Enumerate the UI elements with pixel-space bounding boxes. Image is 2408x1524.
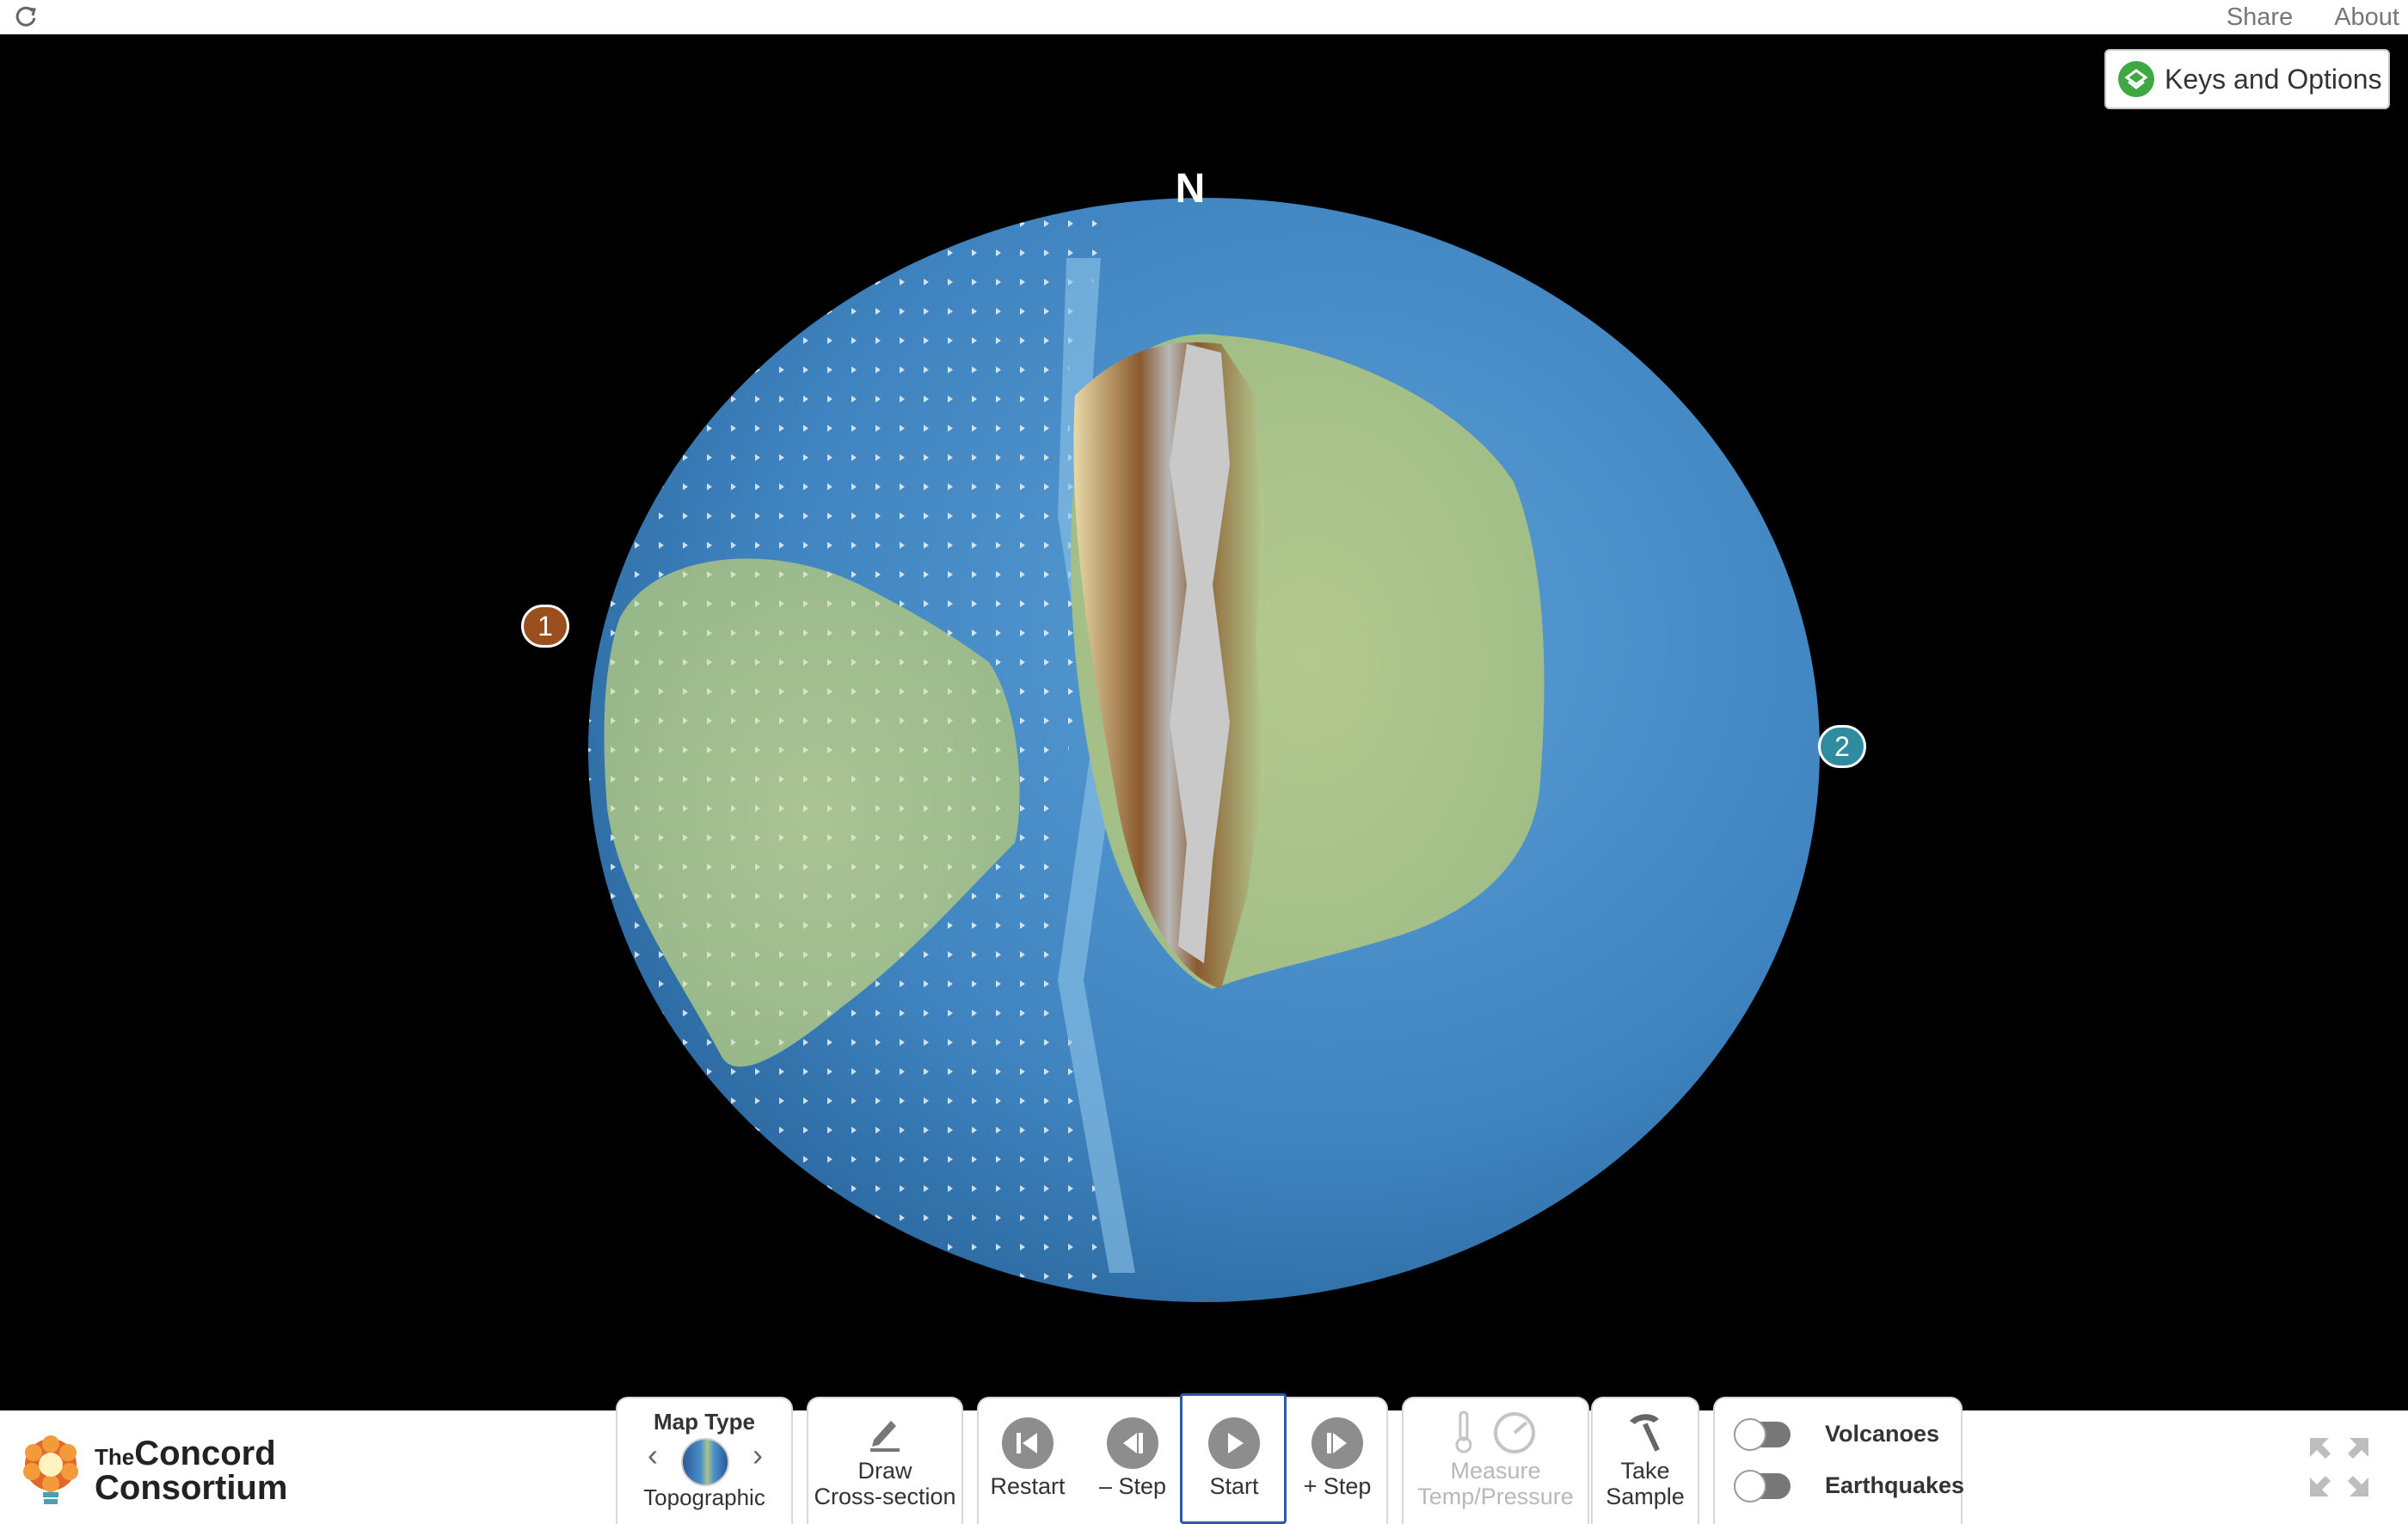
- play-icon: [1208, 1417, 1260, 1469]
- chevron-right-icon[interactable]: ›: [745, 1437, 771, 1472]
- volcanoes-toggle-row: Volcanoes: [1734, 1417, 1940, 1451]
- step-back-button[interactable]: – Step: [1085, 1417, 1180, 1500]
- rock-hammer-icon: [1630, 1414, 1660, 1452]
- toggles-panel: [1713, 1397, 1963, 1524]
- globe-icon: [681, 1438, 729, 1486]
- fullscreen-icon[interactable]: [2308, 1436, 2370, 1498]
- thermometer-icon: [1455, 1410, 1472, 1453]
- map-type-value: Topographic: [643, 1484, 765, 1510]
- reload-icon[interactable]: [12, 3, 40, 31]
- take-sample-button[interactable]: Take Sample: [1591, 1409, 1699, 1509]
- volcanoes-toggle[interactable]: [1734, 1417, 1791, 1451]
- restart-button[interactable]: Restart: [980, 1417, 1075, 1500]
- pressure-gauge-icon: [1494, 1412, 1535, 1453]
- plate-1-pin[interactable]: 1: [521, 605, 569, 648]
- earthquakes-label: Earthquakes: [1825, 1472, 1965, 1498]
- share-link[interactable]: Share: [2227, 3, 2293, 32]
- map-type-title: Map Type: [654, 1409, 755, 1435]
- start-button[interactable]: Start: [1187, 1417, 1281, 1500]
- keys-and-options-button[interactable]: Keys and Options: [2104, 49, 2390, 109]
- draw-cross-section-button[interactable]: Draw Cross-section: [807, 1410, 963, 1509]
- measure-temp-pressure-button: Measure Temp/Pressure: [1402, 1409, 1589, 1509]
- layers-icon: [2118, 61, 2154, 97]
- concord-consortium-logo: TheConcord Consortium: [15, 1428, 291, 1514]
- planet-globe[interactable]: [0, 34, 2408, 1410]
- step-forward-icon: [1312, 1417, 1363, 1469]
- earthquakes-toggle[interactable]: [1734, 1469, 1791, 1502]
- model-stage: N 1 2: [0, 34, 2408, 1410]
- step-back-icon: [1107, 1417, 1158, 1469]
- map-type-panel: Map Type ‹ › Topographic: [616, 1397, 793, 1524]
- lightbulb-logo-icon: [23, 1435, 78, 1504]
- volcanoes-label: Volcanoes: [1825, 1421, 1940, 1447]
- restart-icon: [1002, 1417, 1054, 1469]
- north-marker: N: [1175, 166, 1206, 212]
- step-forward-button[interactable]: + Step: [1290, 1417, 1385, 1500]
- keys-and-options-label: Keys and Options: [2165, 63, 2382, 95]
- earthquakes-toggle-row: Earthquakes: [1734, 1469, 1965, 1502]
- top-bar: Share About: [0, 0, 2408, 34]
- pencil-icon: [870, 1421, 900, 1452]
- chevron-left-icon[interactable]: ‹: [640, 1437, 666, 1472]
- plate-2-pin[interactable]: 2: [1818, 725, 1866, 768]
- about-link[interactable]: About: [2334, 3, 2399, 32]
